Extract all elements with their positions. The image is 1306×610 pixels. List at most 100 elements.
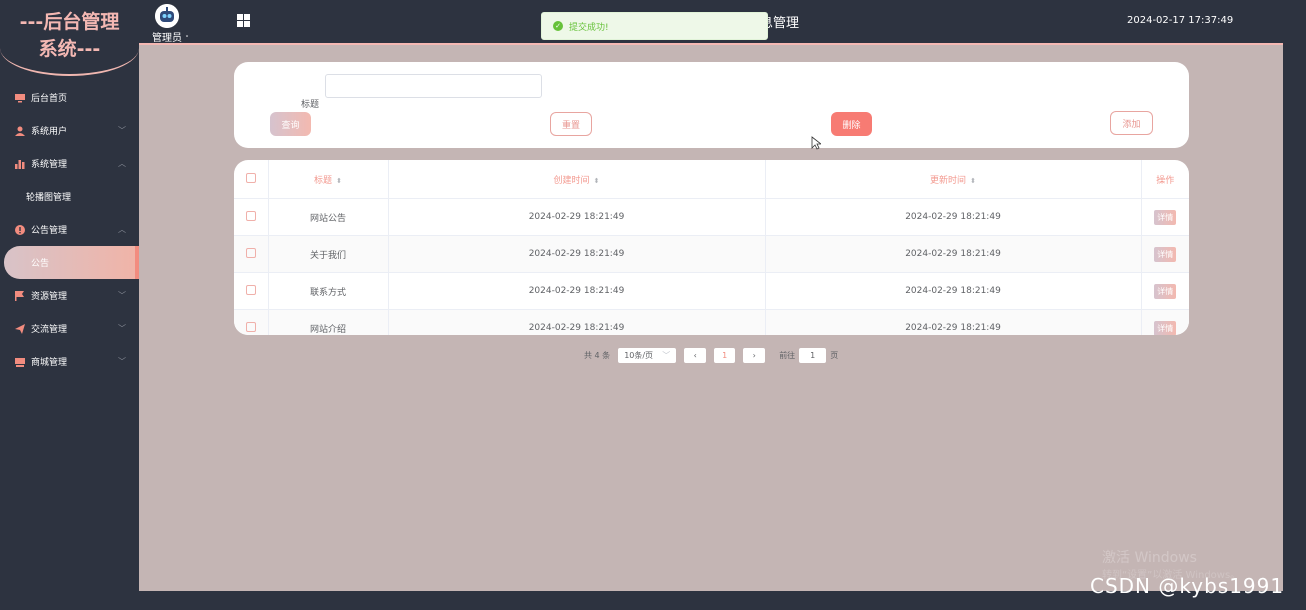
sort-icon[interactable]: ⬍	[594, 177, 600, 185]
sidebar-item-users[interactable]: 系统用户 ﹀	[0, 114, 139, 147]
table-row: 网站公告 2024-02-29 18:21:49 2024-02-29 18:2…	[234, 198, 1189, 236]
total-count: 共 4 条	[584, 350, 611, 360]
cell-title: 网站公告	[268, 198, 389, 236]
sidebar-item-label: 系统管理	[31, 160, 68, 170]
sidebar-item-label: 公告	[31, 259, 50, 269]
prev-page-button[interactable]: ‹	[684, 347, 707, 363]
search-panel: 标题 查询 重置 删除 添加	[234, 62, 1189, 148]
chevron-down-icon: ﹀	[662, 350, 671, 360]
page-size-select[interactable]: 10条/页 ﹀	[618, 347, 677, 363]
sidebar-item-label: 资源管理	[31, 292, 68, 302]
cell-title: 网站介绍	[268, 309, 389, 335]
brand-title-line1: ---后台管理	[19, 11, 120, 33]
page-unit-label: 页	[830, 350, 839, 360]
sidebar-item-system[interactable]: 系统管理 ︿	[0, 147, 139, 180]
check-circle-icon: ✓	[553, 21, 563, 31]
sidebar-item-carousel[interactable]: 轮播图管理	[0, 180, 139, 213]
brand-title-line2: 系统---	[38, 38, 101, 60]
goto-page-input[interactable]: 1	[799, 347, 827, 363]
cell-created: 2024-02-29 18:21:49	[388, 235, 766, 273]
sidebar-item-resources[interactable]: 资源管理 ﹀	[0, 279, 139, 312]
send-icon	[15, 323, 25, 334]
sort-icon[interactable]: ⬍	[336, 177, 342, 185]
column-header-created[interactable]: 创建时间 ⬍	[388, 160, 766, 199]
apps-grid-icon[interactable]	[237, 14, 250, 27]
brand-logo: ---后台管理 系统---	[0, 0, 139, 76]
clock: 2024-02-17 17:37:49	[1127, 15, 1234, 26]
detail-button[interactable]: 详情	[1154, 283, 1177, 299]
monitor-icon	[15, 93, 25, 103]
cell-updated: 2024-02-29 18:21:49	[765, 198, 1142, 236]
success-toast: ✓ 提交成功!	[541, 12, 768, 40]
toast-message: 提交成功!	[569, 22, 609, 33]
query-button[interactable]: 查询	[270, 112, 311, 136]
table-row: 网站介绍 2024-02-29 18:21:49 2024-02-29 18:2…	[234, 309, 1189, 335]
sidebar-item-notice-mgmt[interactable]: 公告管理 ︿	[0, 213, 139, 246]
sidebar-item-label: 轮播图管理	[26, 193, 72, 203]
detail-button[interactable]: 详情	[1154, 320, 1177, 335]
chevron-down-icon: ˅	[185, 35, 189, 43]
shop-icon	[15, 357, 25, 367]
chevron-down-icon: ﹀	[118, 324, 126, 333]
chevron-down-icon: ﹀	[118, 126, 126, 135]
user-icon	[15, 126, 25, 136]
robot-avatar-icon[interactable]	[155, 4, 179, 28]
user-menu[interactable]: 管理员 ˅	[152, 29, 189, 44]
title-search-input[interactable]	[325, 74, 542, 98]
sidebar-item-mall[interactable]: 商城管理 ﹀	[0, 345, 139, 378]
sidebar-item-notice[interactable]: 公告	[4, 246, 139, 279]
user-role-label: 管理员	[152, 33, 182, 44]
chevron-up-icon: ︿	[118, 225, 126, 234]
page-number-current[interactable]: 1	[714, 347, 736, 363]
chevron-right-icon: ›	[752, 350, 756, 360]
chevron-left-icon: ‹	[693, 350, 697, 360]
cell-title: 关于我们	[268, 235, 389, 273]
next-page-button[interactable]: ›	[743, 347, 766, 363]
column-header-updated[interactable]: 更新时间 ⬍	[765, 160, 1142, 199]
row-checkbox[interactable]	[234, 235, 269, 273]
cell-created: 2024-02-29 18:21:49	[388, 198, 766, 236]
goto-label: 前往	[779, 350, 796, 360]
sort-icon[interactable]: ⬍	[970, 177, 976, 185]
detail-button[interactable]: 详情	[1154, 246, 1177, 262]
cell-updated: 2024-02-29 18:21:49	[765, 309, 1142, 335]
chevron-up-icon: ︿	[118, 159, 126, 168]
reset-button[interactable]: 重置	[550, 112, 592, 136]
table-row: 关于我们 2024-02-29 18:21:49 2024-02-29 18:2…	[234, 235, 1189, 273]
info-circle-icon	[15, 224, 25, 235]
mouse-cursor-icon	[811, 136, 821, 150]
flag-icon	[15, 290, 25, 301]
sidebar-item-communication[interactable]: 交流管理 ﹀	[0, 312, 139, 345]
sidebar-item-label: 后台首页	[31, 94, 68, 104]
row-checkbox[interactable]	[234, 309, 269, 335]
delete-button[interactable]: 删除	[831, 112, 872, 136]
title-filter-label: 标题	[301, 100, 320, 110]
add-button[interactable]: 添加	[1110, 111, 1153, 135]
column-header-actions: 操作	[1141, 160, 1189, 199]
select-all-checkbox[interactable]	[234, 160, 269, 199]
detail-button[interactable]: 详情	[1154, 209, 1177, 225]
chevron-down-icon: ﹀	[118, 291, 126, 300]
row-checkbox[interactable]	[234, 198, 269, 236]
bar-chart-icon	[15, 159, 25, 169]
sidebar-item-label: 公告管理	[31, 226, 68, 236]
row-checkbox[interactable]	[234, 272, 269, 310]
column-header-title[interactable]: 标题 ⬍	[268, 160, 389, 199]
sidebar: 后台首页 系统用户 ﹀ 系统管理 ︿ 轮播图管理 公告管理 ︿ 公告 资源管理 …	[0, 76, 139, 378]
chevron-down-icon: ﹀	[118, 357, 126, 366]
sidebar-item-label: 系统用户	[31, 127, 68, 137]
csdn-watermark: CSDN @kybs1991	[1090, 574, 1285, 598]
sidebar-item-label: 商城管理	[31, 358, 68, 368]
cell-created: 2024-02-29 18:21:49	[388, 272, 766, 310]
cell-updated: 2024-02-29 18:21:49	[765, 272, 1142, 310]
windows-activation-title: 激活 Windows	[1102, 550, 1197, 566]
sidebar-item-home[interactable]: 后台首页	[0, 81, 139, 114]
notice-table: 标题 ⬍ 创建时间 ⬍ 更新时间 ⬍ 操作 网站公告 2024-02-29 18:21…	[234, 160, 1189, 335]
cell-updated: 2024-02-29 18:21:49	[765, 235, 1142, 273]
page-size-value: 10条/页	[624, 350, 654, 360]
table-header-row: 标题 ⬍ 创建时间 ⬍ 更新时间 ⬍ 操作	[234, 160, 1189, 199]
cell-title: 联系方式	[268, 272, 389, 310]
right-gutter	[1283, 43, 1306, 610]
table-row: 联系方式 2024-02-29 18:21:49 2024-02-29 18:2…	[234, 272, 1189, 310]
main-content: 标题 查询 重置 删除 添加 标题 ⬍ 创建时间 ⬍ 更新时间 ⬍ 操作 网站公…	[139, 45, 1283, 591]
